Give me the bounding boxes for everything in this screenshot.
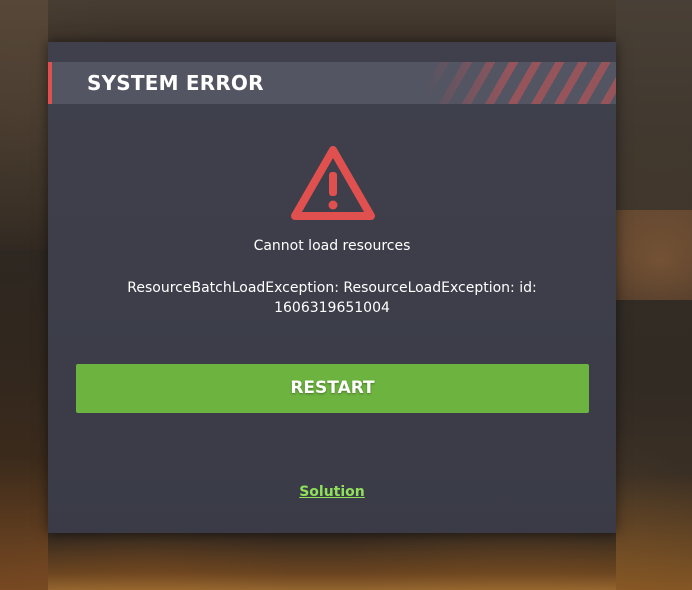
warning-triangle-icon bbox=[291, 146, 375, 220]
background-sky-top bbox=[48, 0, 616, 42]
solution-link-container: Solution bbox=[48, 481, 616, 500]
background-ruins-left bbox=[0, 0, 48, 250]
system-error-dialog: SYSTEM ERROR Cannot load resources Resou… bbox=[48, 42, 616, 533]
error-details-line: ResourceBatchLoadException: ResourceLoad… bbox=[127, 280, 537, 296]
restart-button[interactable]: RESTART bbox=[76, 364, 589, 413]
dialog-title-bar: SYSTEM ERROR bbox=[48, 62, 616, 104]
dialog-title: SYSTEM ERROR bbox=[87, 71, 264, 95]
background-ruins-right bbox=[616, 0, 692, 210]
solution-link[interactable]: Solution bbox=[299, 484, 365, 500]
error-details: ResourceBatchLoadException: ResourceLoad… bbox=[108, 278, 556, 318]
error-id: 1606319651004 bbox=[274, 300, 390, 316]
game-background: SYSTEM ERROR Cannot load resources Resou… bbox=[0, 0, 692, 590]
title-hazard-stripes bbox=[426, 62, 616, 104]
error-message: Cannot load resources bbox=[253, 238, 411, 254]
background-tank-left bbox=[0, 250, 48, 590]
background-fire-bottom bbox=[48, 533, 616, 590]
background-tank-right bbox=[616, 300, 692, 590]
title-accent-bar bbox=[48, 62, 52, 104]
